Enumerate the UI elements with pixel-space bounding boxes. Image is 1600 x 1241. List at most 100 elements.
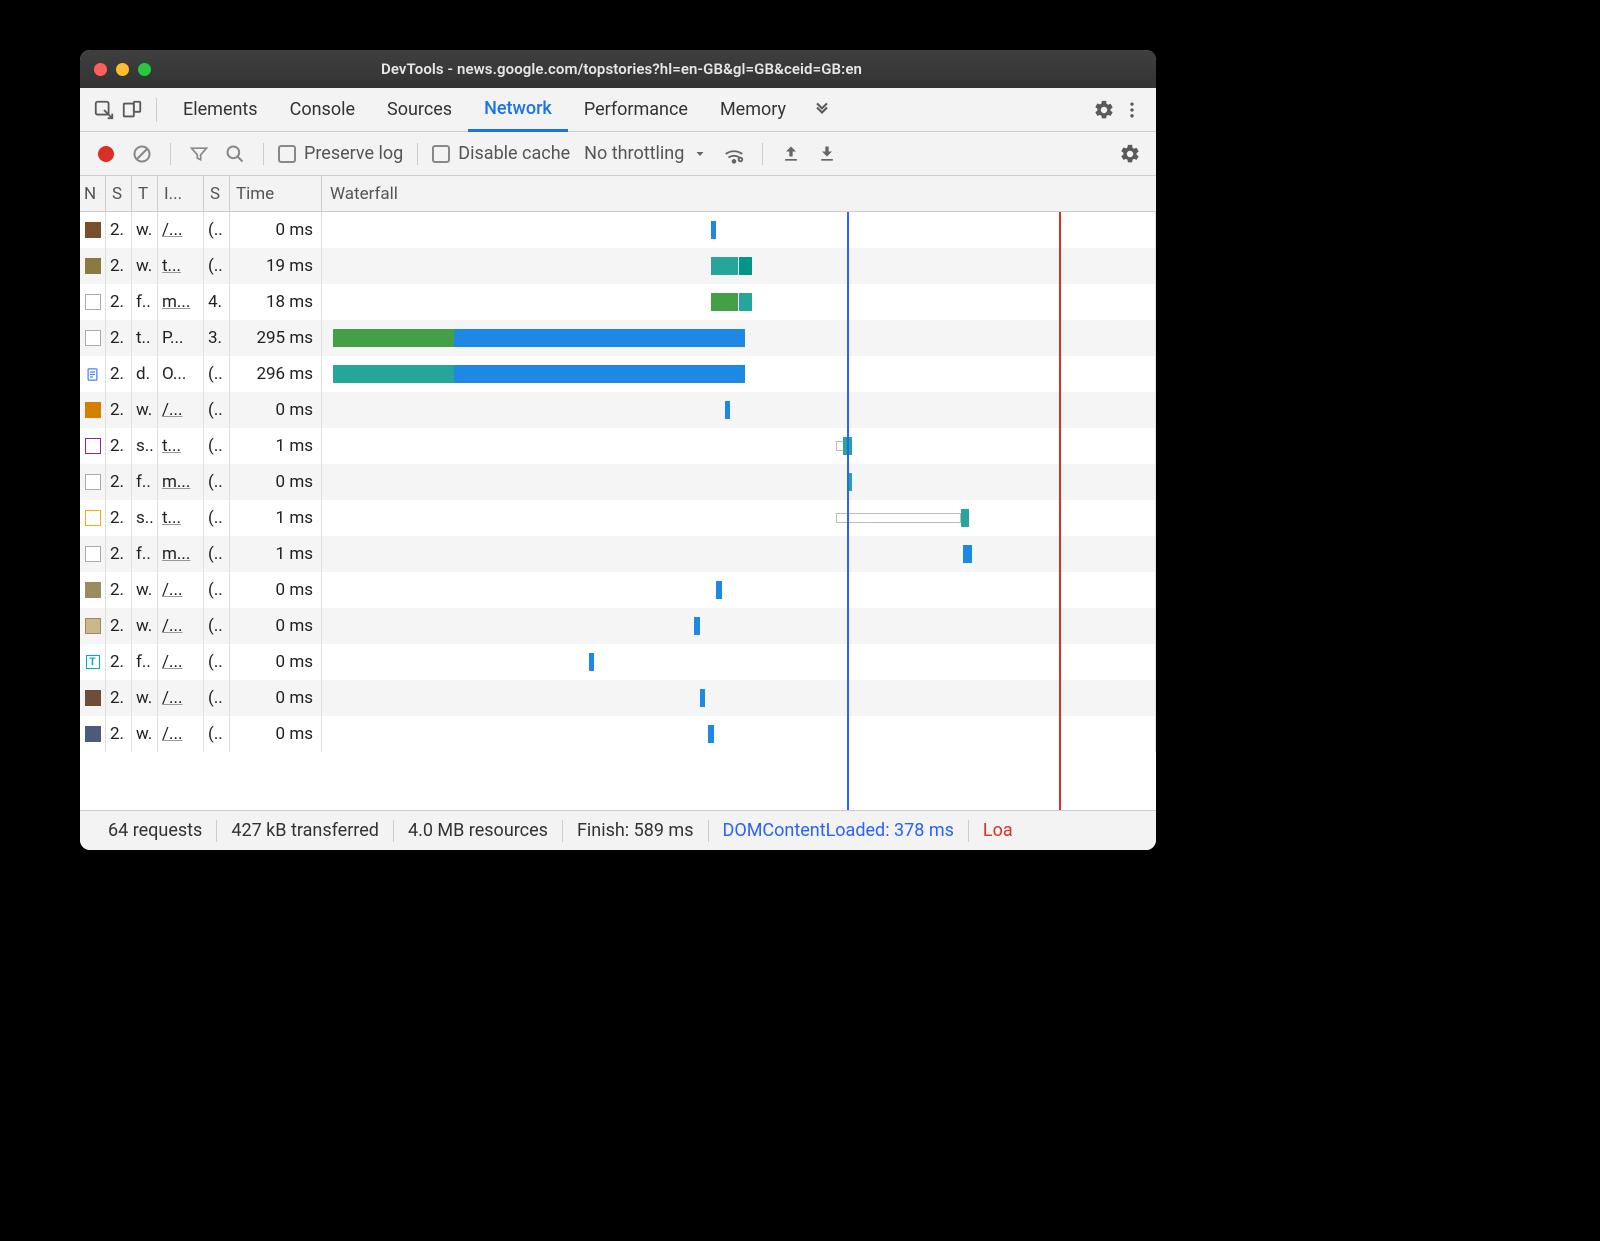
request-size: (.. xyxy=(204,248,230,284)
request-initiator[interactable]: /... xyxy=(158,212,204,248)
request-initiator[interactable]: /... xyxy=(158,716,204,752)
request-time: 0 ms xyxy=(230,212,322,248)
request-row[interactable]: 2. f.. m... (.. 1 ms xyxy=(80,536,1156,572)
request-waterfall xyxy=(322,644,1156,680)
throttling-value: No throttling xyxy=(584,143,684,164)
request-icon: T xyxy=(80,644,106,680)
request-type: t.. xyxy=(132,320,158,356)
request-initiator[interactable]: t... xyxy=(158,428,204,464)
request-status: 2. xyxy=(106,608,132,644)
device-toggle-icon[interactable] xyxy=(118,96,146,124)
tab-console[interactable]: Console xyxy=(274,88,371,132)
request-initiator[interactable]: /... xyxy=(158,680,204,716)
tab-sources[interactable]: Sources xyxy=(371,88,468,132)
upload-har-icon[interactable] xyxy=(777,140,805,168)
request-table[interactable]: 2. w. /... (.. 0 ms 2. w. t... (.. 19 ms… xyxy=(80,212,1156,810)
request-row[interactable]: 2. w. /... (.. 0 ms xyxy=(80,608,1156,644)
network-settings-icon[interactable] xyxy=(1116,140,1144,168)
filter-icon[interactable] xyxy=(185,140,213,168)
request-waterfall xyxy=(322,248,1156,284)
request-icon xyxy=(80,536,106,572)
panel-tabbar: Elements Console Sources Network Perform… xyxy=(80,88,1156,132)
request-waterfall xyxy=(322,212,1156,248)
request-status: 2. xyxy=(106,212,132,248)
status-bar: 64 requests 427 kB transferred 4.0 MB re… xyxy=(80,810,1156,850)
tab-memory[interactable]: Memory xyxy=(704,88,802,132)
tab-performance[interactable]: Performance xyxy=(568,88,704,132)
request-initiator[interactable]: t... xyxy=(158,248,204,284)
request-waterfall xyxy=(322,428,1156,464)
preserve-log-checkbox[interactable]: Preserve log xyxy=(278,143,403,164)
status-resources: 4.0 MB resources xyxy=(394,820,562,841)
network-conditions-icon[interactable] xyxy=(720,140,748,168)
request-row[interactable]: 2. w. /... (.. 0 ms xyxy=(80,392,1156,428)
request-initiator[interactable]: /... xyxy=(158,572,204,608)
request-row[interactable]: 2. w. t... (.. 19 ms xyxy=(80,248,1156,284)
request-row[interactable]: 2. f.. m... (.. 0 ms xyxy=(80,464,1156,500)
request-row[interactable]: 2. w. /... (.. 0 ms xyxy=(80,572,1156,608)
request-status: 2. xyxy=(106,248,132,284)
request-initiator[interactable]: O... xyxy=(158,356,204,392)
request-row[interactable]: 2. s.. t... (.. 1 ms xyxy=(80,428,1156,464)
request-row[interactable]: 2. f.. m... 4. 18 ms xyxy=(80,284,1156,320)
settings-icon[interactable] xyxy=(1090,96,1118,124)
request-time: 0 ms xyxy=(230,464,322,500)
request-type: f.. xyxy=(132,644,158,680)
request-icon xyxy=(80,500,106,536)
download-har-icon[interactable] xyxy=(813,140,841,168)
request-initiator[interactable]: /... xyxy=(158,644,204,680)
request-status: 2. xyxy=(106,356,132,392)
window-title: DevTools - news.google.com/topstories?hl… xyxy=(101,60,1142,78)
request-row[interactable]: T 2. f.. /... (.. 0 ms xyxy=(80,644,1156,680)
request-size: (.. xyxy=(204,536,230,572)
kebab-menu-icon[interactable] xyxy=(1118,96,1146,124)
clear-button[interactable] xyxy=(128,140,156,168)
header-name[interactable]: N xyxy=(80,176,106,211)
request-row[interactable]: 2. s.. t... (.. 1 ms xyxy=(80,500,1156,536)
request-icon xyxy=(80,572,106,608)
more-tabs-icon[interactable] xyxy=(808,96,836,124)
request-waterfall xyxy=(322,536,1156,572)
record-button[interactable] xyxy=(92,140,120,168)
header-size[interactable]: S xyxy=(204,176,230,211)
request-time: 0 ms xyxy=(230,392,322,428)
throttling-dropdown[interactable]: No throttling xyxy=(578,143,712,164)
request-status: 2. xyxy=(106,392,132,428)
header-initiator[interactable]: I... xyxy=(158,176,204,211)
preserve-log-label: Preserve log xyxy=(304,143,403,164)
chevron-down-icon xyxy=(694,148,706,160)
tab-network[interactable]: Network xyxy=(468,88,568,132)
request-initiator[interactable]: /... xyxy=(158,392,204,428)
request-initiator[interactable]: t... xyxy=(158,500,204,536)
request-waterfall xyxy=(322,608,1156,644)
request-row[interactable]: 2. w. /... (.. 0 ms xyxy=(80,716,1156,752)
request-size: (.. xyxy=(204,644,230,680)
request-icon xyxy=(80,248,106,284)
request-row[interactable]: 2. w. /... (.. 0 ms xyxy=(80,212,1156,248)
request-initiator[interactable]: m... xyxy=(158,536,204,572)
request-row[interactable]: 2. d. O... (.. 296 ms xyxy=(80,356,1156,392)
titlebar: DevTools - news.google.com/topstories?hl… xyxy=(80,50,1156,88)
header-time[interactable]: Time xyxy=(230,176,322,211)
request-type: w. xyxy=(132,572,158,608)
request-time: 1 ms xyxy=(230,536,322,572)
request-time: 0 ms xyxy=(230,572,322,608)
header-waterfall[interactable]: Waterfall xyxy=(322,176,1156,211)
request-initiator[interactable]: /... xyxy=(158,608,204,644)
request-initiator[interactable]: P... xyxy=(158,320,204,356)
inspect-element-icon[interactable] xyxy=(90,96,118,124)
request-row[interactable]: 2. t.. P... 3. 295 ms xyxy=(80,320,1156,356)
request-waterfall xyxy=(322,284,1156,320)
request-initiator[interactable]: m... xyxy=(158,284,204,320)
search-icon[interactable] xyxy=(221,140,249,168)
header-type[interactable]: T xyxy=(132,176,158,211)
request-initiator[interactable]: m... xyxy=(158,464,204,500)
request-size: (.. xyxy=(204,716,230,752)
disable-cache-checkbox[interactable]: Disable cache xyxy=(432,143,570,164)
request-row[interactable]: 2. w. /... (.. 0 ms xyxy=(80,680,1156,716)
request-waterfall xyxy=(322,320,1156,356)
header-status[interactable]: S xyxy=(106,176,132,211)
request-size: (.. xyxy=(204,212,230,248)
tab-elements[interactable]: Elements xyxy=(167,88,274,132)
divider xyxy=(156,98,157,122)
